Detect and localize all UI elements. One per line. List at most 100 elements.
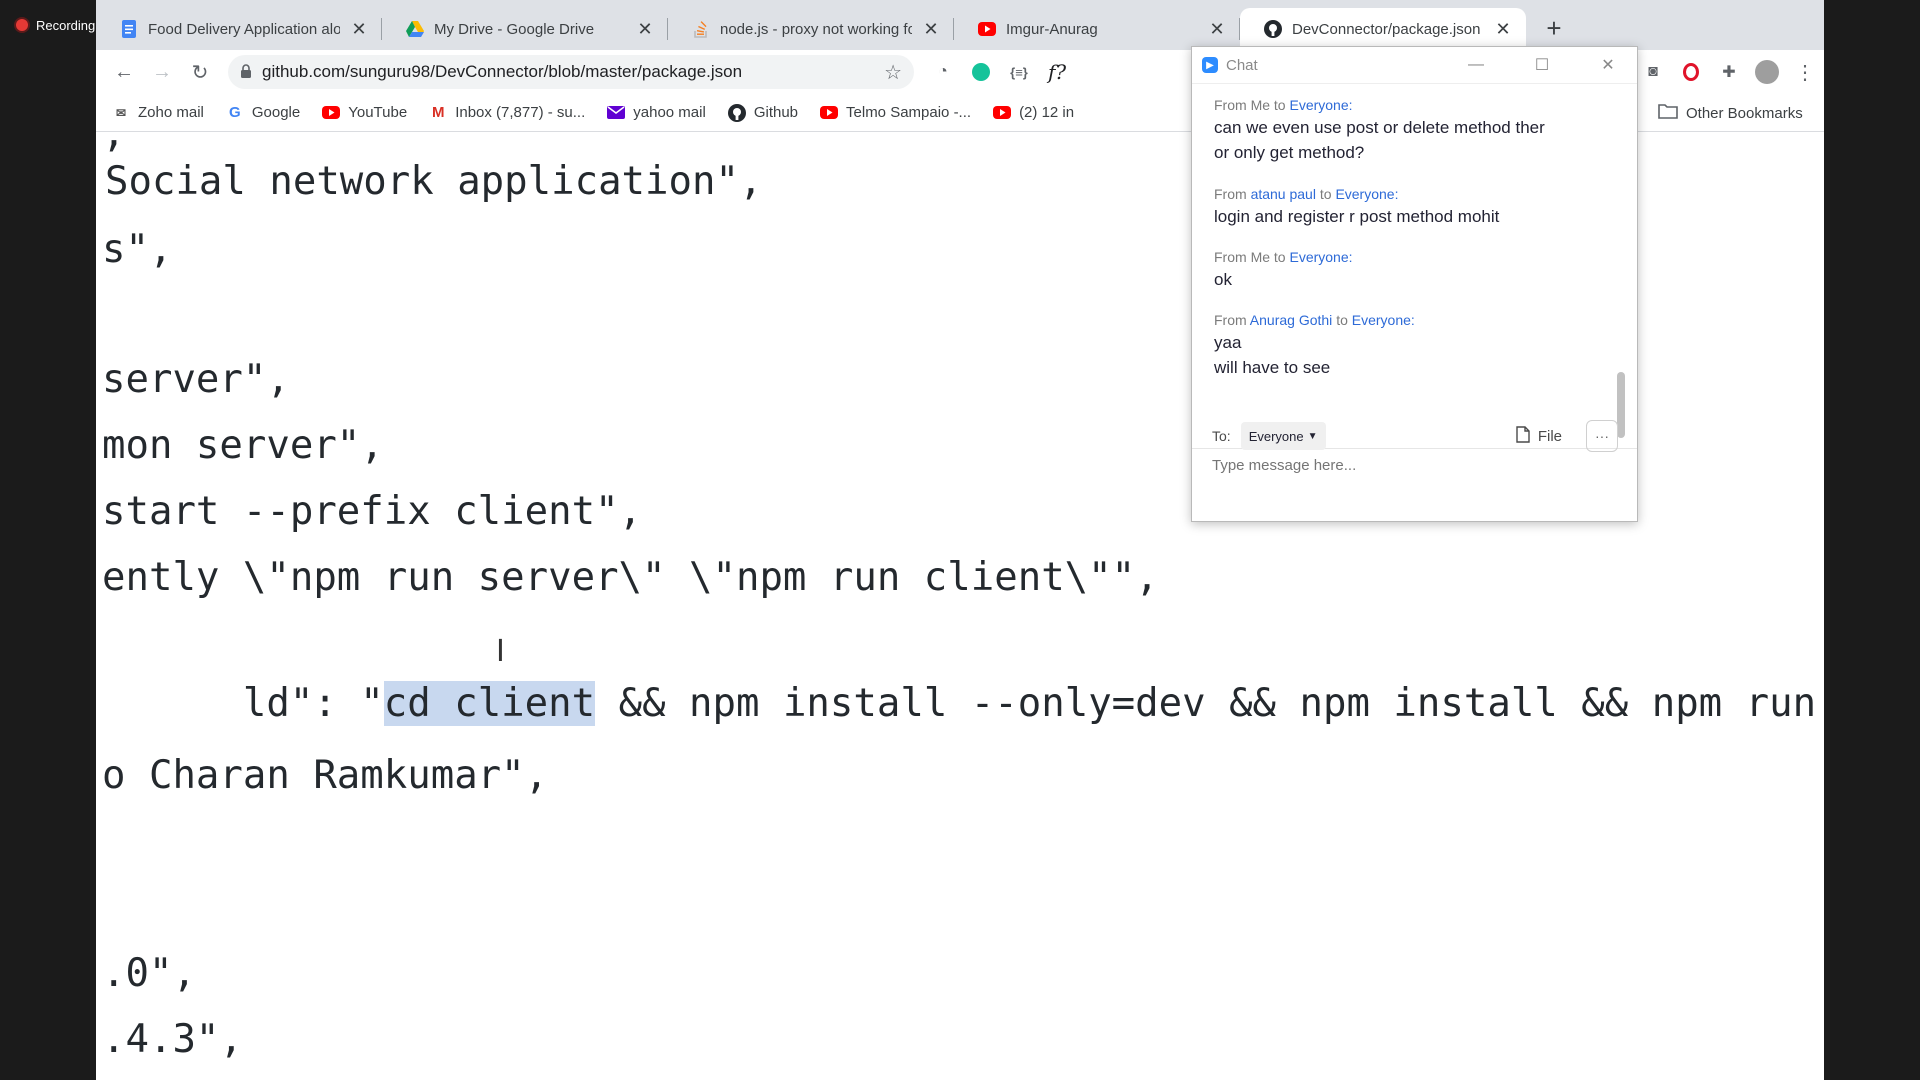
folder-icon	[1658, 103, 1678, 123]
tab-stackoverflow[interactable]: node.js - proxy not working for ✕	[668, 8, 954, 50]
message-header: From Me to Everyone:	[1214, 95, 1594, 115]
close-icon[interactable]: ✕	[1579, 47, 1637, 83]
selected-text[interactable]: cd client	[383, 681, 596, 726]
code-line-author: o Charan Ramkumar",	[102, 753, 549, 798]
close-icon[interactable]: ✕	[350, 19, 368, 40]
recording-label: Recording	[36, 17, 96, 33]
close-icon[interactable]: ✕	[922, 19, 940, 40]
json-formatter-icon[interactable]: {≡}	[1000, 54, 1038, 90]
code-line-server: server",	[102, 357, 290, 402]
tab-title: node.js - proxy not working for	[720, 20, 912, 38]
camera-icon[interactable]: ◙	[1634, 54, 1672, 90]
bookmark-label: YouTube	[348, 104, 408, 121]
back-icon[interactable]: ←	[106, 54, 142, 90]
url-text: github.com/sunguru98/DevConnector/blob/m…	[262, 62, 743, 81]
profile-avatar-icon[interactable]	[1748, 54, 1786, 90]
new-tab-button[interactable]: +	[1536, 10, 1572, 46]
bookmark-youtube[interactable]: YouTube	[322, 104, 407, 122]
other-bookmarks[interactable]: Other Bookmarks	[1658, 94, 1803, 132]
address-bar[interactable]: github.com/sunguru98/DevConnector/blob/m…	[228, 55, 914, 89]
file-icon	[1516, 425, 1530, 447]
from-word: From	[1214, 186, 1247, 202]
file-label: File	[1537, 427, 1562, 445]
gmail-icon: M	[431, 104, 445, 121]
grammarly-icon[interactable]	[962, 54, 1000, 90]
chat-title: Chat	[1226, 56, 1258, 74]
tab-food-delivery[interactable]: Food Delivery Application alon ✕	[96, 8, 382, 50]
code-text: && npm install --only=dev && npm install…	[618, 681, 1817, 726]
menu-kebab-icon[interactable]: ⋮	[1786, 54, 1824, 90]
bookmark-label: Inbox (7,877) - su...	[455, 104, 586, 121]
from-word: From	[1214, 97, 1247, 113]
extensions-puzzle-icon[interactable]: ✚	[1710, 54, 1748, 90]
bookmark-zoho-mail[interactable]: ✉ Zoho mail	[112, 104, 204, 122]
bookmark-label: Github	[753, 104, 799, 121]
close-icon[interactable]: ✕	[1494, 19, 1512, 40]
code-line-description: Social network application",	[105, 159, 763, 204]
bookmark-inbox[interactable]: M Inbox (7,877) - su...	[429, 104, 585, 122]
tab-title: Imgur-Anurag	[1006, 20, 1098, 38]
recipient-select[interactable]: Everyone ▼	[1240, 422, 1326, 450]
close-icon[interactable]: ✕	[1208, 19, 1226, 40]
youtube-icon	[978, 20, 996, 38]
bookmark-label: Zoho mail	[138, 104, 204, 121]
function-icon[interactable]: f?	[1038, 54, 1076, 90]
speed-icon[interactable]: ◔	[924, 54, 962, 90]
message-line: will have to see	[1214, 358, 1331, 377]
sender: Anurag Gothi	[1249, 312, 1333, 328]
bookmark-12-in[interactable]: (2) 12 in	[993, 104, 1074, 122]
to-label: To:	[1212, 428, 1231, 444]
chat-message: From Me to Everyone: ok	[1214, 247, 1594, 292]
reload-icon[interactable]: ↻	[182, 54, 218, 90]
minimize-icon[interactable]: —	[1447, 47, 1505, 83]
chat-message: From Me to Everyone: can we even use pos…	[1214, 95, 1594, 165]
recipient-select-value: Everyone	[1248, 428, 1304, 444]
message-header: From Anurag Gothi to Everyone:	[1214, 310, 1594, 330]
tab-imgur-anurag[interactable]: Imgur-Anurag ✕	[954, 8, 1240, 50]
bookmark-star-icon[interactable]: ☆	[884, 60, 902, 85]
chat-message-input[interactable]	[1212, 457, 1612, 474]
message-line: ok	[1214, 270, 1232, 289]
code-line-nodemon: mon server",	[102, 423, 384, 468]
bookmark-github[interactable]: Github	[727, 103, 799, 122]
github-icon	[1264, 20, 1282, 38]
message-line: yaa	[1214, 333, 1242, 352]
youtube-icon	[820, 104, 839, 122]
code-text: ld": "	[242, 681, 384, 726]
recipient: Everyone:	[1351, 312, 1415, 328]
tab-title: DevConnector/package.json at	[1292, 20, 1484, 38]
to-word: to	[1273, 97, 1286, 113]
tab-title: Food Delivery Application alon	[148, 20, 340, 38]
close-icon[interactable]: ✕	[636, 19, 654, 40]
forward-icon[interactable]: →	[144, 54, 180, 90]
chat-compose-row: To: Everyone ▼ File ···	[1212, 420, 1618, 452]
file-button[interactable]: File	[1516, 425, 1562, 447]
chat-message-list[interactable]: From Me to Everyone: can we even use pos…	[1192, 84, 1637, 449]
code-line: .0",	[102, 951, 196, 996]
text-cursor-icon: I	[496, 634, 505, 669]
sender: Me	[1250, 249, 1271, 265]
chat-titlebar: ▶ Chat — ☐ ✕	[1192, 47, 1637, 84]
opera-icon[interactable]	[1672, 54, 1710, 90]
to-word: to	[1336, 312, 1348, 328]
code-line-client: start --prefix client",	[102, 489, 643, 534]
tab-google-drive[interactable]: My Drive - Google Drive ✕	[382, 8, 668, 50]
chat-scrollbar[interactable]	[1617, 372, 1625, 438]
code-line: s",	[102, 227, 173, 272]
chat-message: From atanu paul to Everyone: login and r…	[1214, 184, 1594, 229]
recipient: Everyone:	[1335, 186, 1399, 202]
bookmark-yahoo-mail[interactable]: yahoo mail	[607, 104, 706, 122]
code-line-dev: ently \"npm run server\" \"npm run clien…	[102, 555, 1159, 600]
more-options-button[interactable]: ···	[1586, 420, 1618, 452]
other-bookmarks-label: Other Bookmarks	[1686, 104, 1803, 122]
bookmark-google[interactable]: G Google	[226, 104, 300, 122]
from-word: From	[1214, 312, 1247, 328]
message-line: login and register r post method mohit	[1214, 207, 1500, 226]
chevron-down-icon: ▼	[1307, 430, 1318, 442]
bookmark-telmo-sampaio[interactable]: Telmo Sampaio -...	[820, 104, 971, 122]
sender: Me	[1250, 97, 1271, 113]
bookmark-label: Telmo Sampaio -...	[846, 104, 972, 121]
maximize-icon[interactable]: ☐	[1513, 47, 1571, 83]
recording-indicator: Recording	[0, 0, 126, 50]
message-header: From atanu paul to Everyone:	[1214, 184, 1594, 204]
